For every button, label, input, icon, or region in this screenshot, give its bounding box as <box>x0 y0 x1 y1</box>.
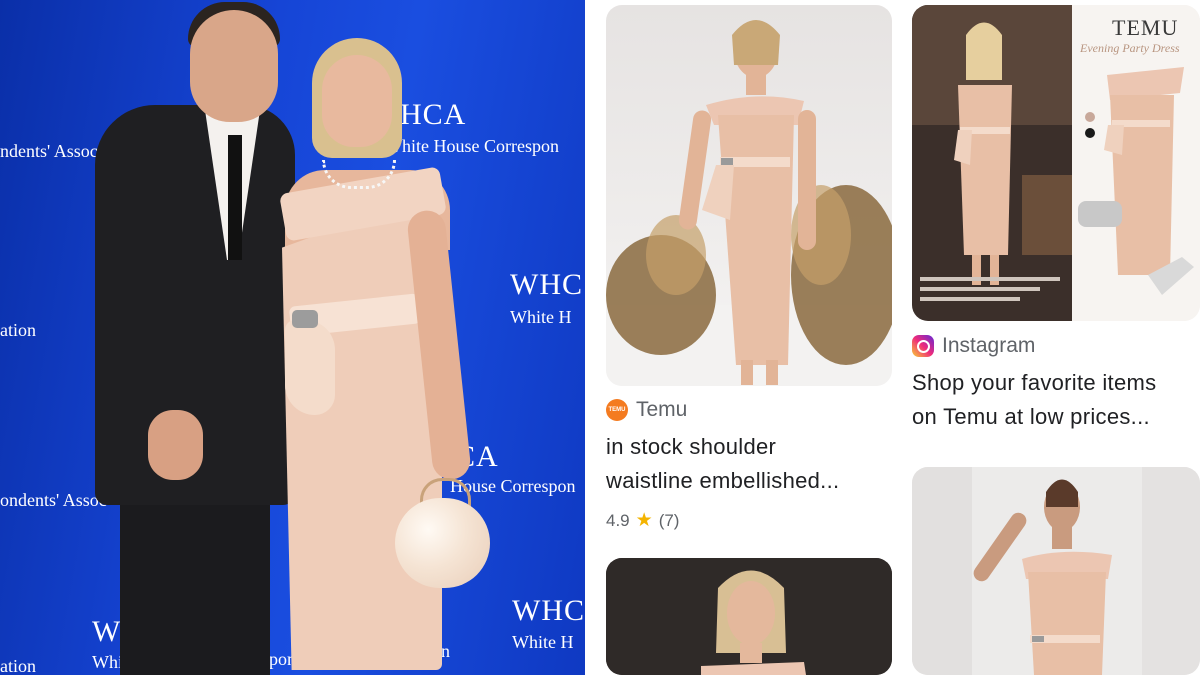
collage-subtitle-text: Evening Party Dress <box>1080 41 1180 55</box>
result-title-line[interactable]: Shop your favorite items <box>912 366 1156 400</box>
star-icon: ★ <box>635 510 653 531</box>
source-name: Instagram <box>942 334 1036 357</box>
result-title-line[interactable]: waistline embellished... <box>606 464 839 498</box>
rating-value: 4.9 <box>606 510 630 530</box>
flower-handbag <box>395 498 490 588</box>
backdrop-logo-text: HCA <box>400 98 467 131</box>
backdrop-text: White House Correspon <box>385 136 559 156</box>
backdrop-text: ation <box>0 656 36 675</box>
dress-brooch <box>292 310 318 328</box>
product-photo-dress <box>606 558 892 675</box>
result-image-dress-3[interactable] <box>606 558 892 675</box>
result-image-dress-4[interactable] <box>912 467 1200 675</box>
man-tie <box>228 135 242 260</box>
man-face <box>190 10 278 122</box>
source-name: Temu <box>636 398 688 421</box>
instagram-logo-icon <box>912 335 934 357</box>
collage-brand-text: TEMU <box>1112 15 1179 40</box>
man-hand <box>148 410 203 480</box>
backdrop-text: ndents' Assoc <box>0 141 98 161</box>
dress-bow <box>285 320 335 415</box>
result-title-line[interactable]: in stock shoulder <box>606 430 776 464</box>
backdrop-logo-text: WHC <box>512 594 585 627</box>
result-title-line[interactable]: on Temu at low prices... <box>912 400 1150 434</box>
result-source-instagram[interactable]: Instagram <box>912 334 1035 358</box>
result-image-instagram-dress[interactable]: TEMU Evening Party Dress <box>912 5 1200 321</box>
press-photo: HCA White House Correspon ndents' Assoc … <box>0 0 585 675</box>
backdrop-logo-text: WHC <box>510 268 583 301</box>
product-photo-dress <box>606 20 892 386</box>
result-image-temu-dress[interactable] <box>606 5 892 386</box>
temu-logo-icon: TEMU <box>606 399 628 421</box>
backdrop-text: White H <box>510 307 572 327</box>
result-source-temu[interactable]: TEMU Temu <box>606 398 687 422</box>
backdrop-text: ation <box>0 320 36 340</box>
product-photo-dress <box>912 467 1200 675</box>
backdrop-text: ondents' Assoc <box>0 490 107 510</box>
review-count: (7) <box>658 510 680 530</box>
backdrop-text: White H <box>512 632 574 652</box>
woman-face <box>322 55 392 147</box>
result-rating: 4.9 ★ (7) <box>606 509 679 532</box>
